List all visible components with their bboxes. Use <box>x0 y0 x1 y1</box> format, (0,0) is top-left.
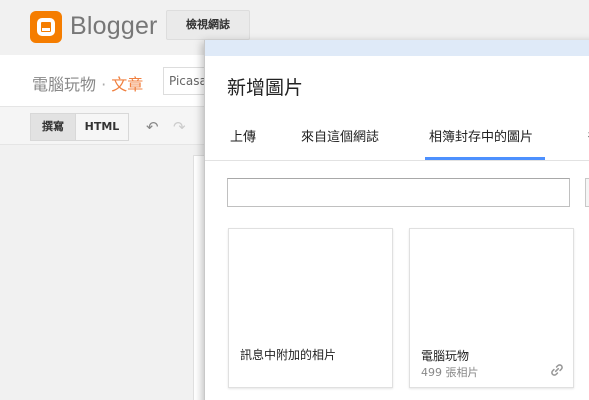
album-photo-count: 499 張相片 <box>421 366 479 379</box>
brand-name: Blogger <box>70 12 158 40</box>
redo-icon[interactable]: ↷ <box>173 118 186 136</box>
search-button[interactable] <box>585 178 589 207</box>
tab-from-this-blog[interactable]: 來自這個網誌 <box>301 126 379 145</box>
album-name: 訊息中附加的相片 <box>240 348 337 362</box>
dialog-tabs: 上傳 來自這個網誌 相簿封存中的圖片 從 <box>205 118 589 161</box>
selected-tab-indicator <box>425 157 545 160</box>
html-mode-button[interactable]: HTML <box>75 113 129 141</box>
album-card[interactable]: 電腦玩物 499 張相片 <box>409 228 574 388</box>
link-icon[interactable] <box>550 363 564 377</box>
album-name: 電腦玩物 <box>421 349 470 363</box>
blog-name[interactable]: 電腦玩物 <box>32 75 96 94</box>
post-kind-label: 文章 <box>111 75 144 94</box>
album-card[interactable]: 訊息中附加的相片 <box>228 228 393 388</box>
breadcrumb-separator: · <box>101 75 107 94</box>
tab-upload[interactable]: 上傳 <box>230 126 256 145</box>
dialog-title: 新增圖片 <box>227 77 304 99</box>
add-image-dialog: 新增圖片 上傳 來自這個網誌 相簿封存中的圖片 從 訊息中附加的相片 電腦玩物 … <box>204 40 589 400</box>
search-input[interactable] <box>227 178 570 207</box>
undo-icon[interactable]: ↶ <box>146 118 159 136</box>
view-blog-button[interactable]: 檢視網誌 <box>166 10 250 40</box>
compose-mode-button[interactable]: 撰寫 <box>30 113 76 141</box>
breadcrumb: 電腦玩物 · 文章 <box>32 71 143 95</box>
dialog-top-strip <box>205 40 589 56</box>
tab-album-archive[interactable]: 相簿封存中的圖片 <box>429 126 533 145</box>
blogger-logo-icon[interactable] <box>30 11 62 43</box>
